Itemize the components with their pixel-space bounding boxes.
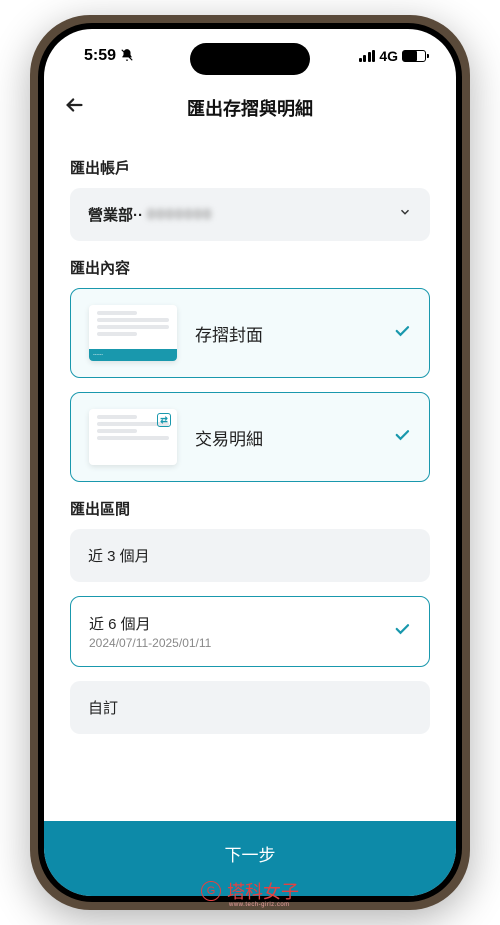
watermark: G 塔科女子 www.tech-girlz.com	[201, 878, 299, 904]
account-selector[interactable]: 營業部··0000000	[70, 188, 430, 241]
range-option-6month[interactable]: 近 6 個月 2024/07/11-2025/01/11	[70, 596, 430, 667]
battery-icon	[402, 50, 426, 62]
back-button[interactable]	[64, 94, 86, 122]
status-time: 5:59	[84, 47, 116, 65]
phone-bezel: 5:59 4G 匯出存摺與明細 匯出帳戶	[38, 23, 462, 902]
check-icon	[393, 322, 411, 345]
option-label: 存摺封面	[195, 321, 375, 346]
check-icon	[393, 426, 411, 449]
content-section-label: 匯出內容	[70, 257, 430, 278]
range-label: 近 6 個月	[89, 613, 211, 634]
transaction-thumbnail-icon: ⇄	[89, 409, 177, 465]
range-dates: 2024/07/11-2025/01/11	[89, 636, 211, 650]
account-value: 營業部··0000000	[88, 204, 212, 225]
range-option-3month[interactable]: 近 3 個月	[70, 529, 430, 582]
screen: 5:59 4G 匯出存摺與明細 匯出帳戶	[44, 29, 456, 896]
account-section-label: 匯出帳戶	[70, 157, 430, 178]
option-label: 交易明細	[195, 425, 375, 450]
export-option-passbook-cover[interactable]: ------ 存摺封面	[70, 288, 430, 378]
page-title: 匯出存摺與明細	[60, 95, 440, 121]
network-label: 4G	[379, 48, 398, 64]
signal-icon	[359, 50, 376, 62]
app-header: 匯出存摺與明細	[44, 83, 456, 133]
watermark-logo-icon: G	[201, 881, 221, 901]
main-content: 匯出帳戶 營業部··0000000 匯出內容	[44, 133, 456, 821]
chevron-down-icon	[398, 205, 412, 224]
range-option-custom[interactable]: 自訂	[70, 681, 430, 734]
export-option-transaction-details[interactable]: ⇄ 交易明細	[70, 392, 430, 482]
dynamic-island	[190, 43, 310, 75]
range-section-label: 匯出區間	[70, 498, 430, 519]
check-icon	[393, 620, 411, 643]
silent-icon	[120, 48, 134, 65]
phone-frame: 5:59 4G 匯出存摺與明細 匯出帳戶	[30, 15, 470, 910]
passbook-thumbnail-icon: ------	[89, 305, 177, 361]
